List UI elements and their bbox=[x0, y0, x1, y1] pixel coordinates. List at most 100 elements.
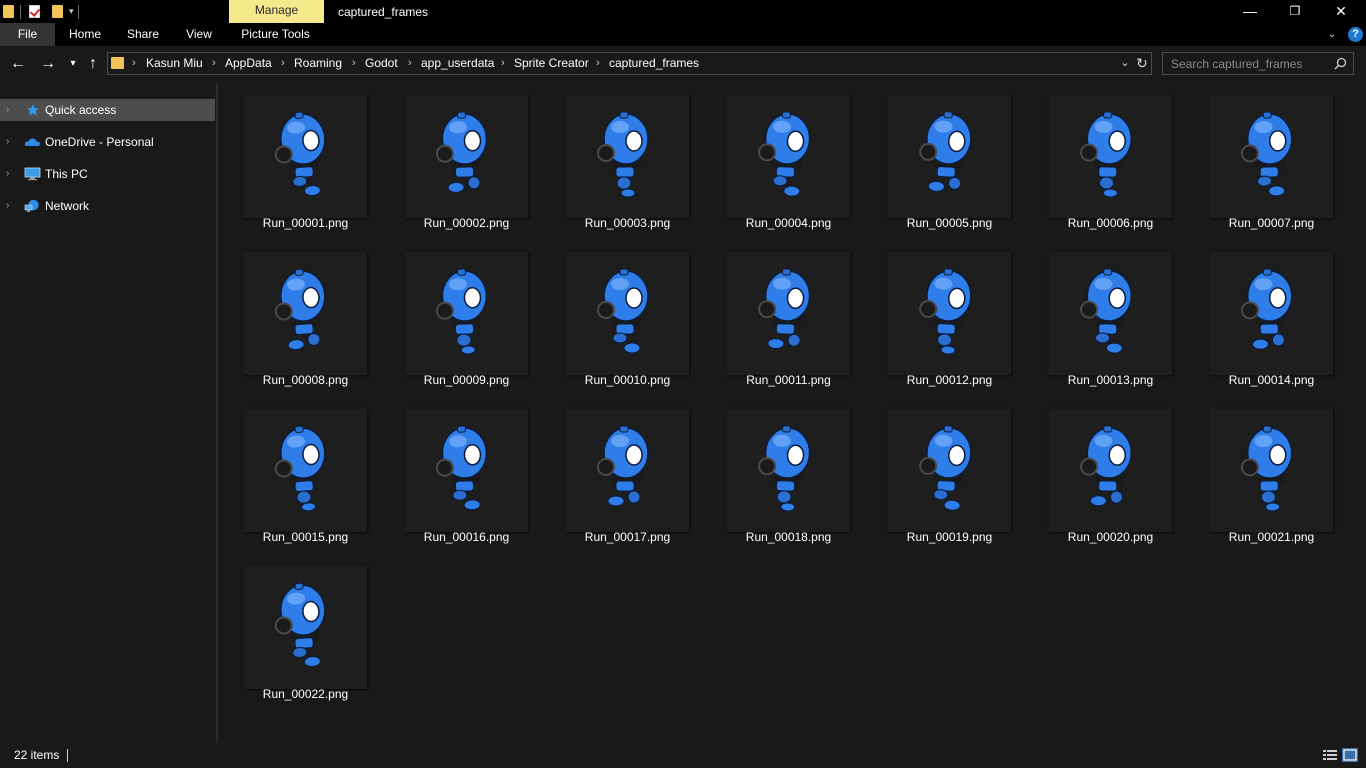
file-item[interactable]: Run_00013.png bbox=[1045, 240, 1206, 397]
large-icons-view-icon[interactable] bbox=[1342, 748, 1358, 762]
breadcrumb-separator-icon[interactable]: › bbox=[212, 52, 216, 75]
close-button[interactable]: ✕ bbox=[1318, 0, 1364, 23]
folder-icon[interactable] bbox=[3, 5, 14, 18]
forward-button[interactable]: → bbox=[38, 53, 58, 75]
file-thumbnail[interactable] bbox=[244, 252, 367, 375]
file-item[interactable]: Run_00014.png bbox=[1206, 240, 1366, 397]
file-thumbnail[interactable] bbox=[1049, 252, 1172, 375]
breadcrumb-separator-icon[interactable]: › bbox=[596, 52, 600, 75]
expand-chevron-icon[interactable]: › bbox=[6, 131, 9, 153]
file-item[interactable]: Run_00006.png bbox=[1045, 83, 1206, 240]
file-thumbnail[interactable] bbox=[1210, 252, 1333, 375]
tab-home[interactable]: Home bbox=[55, 23, 115, 46]
sprite-thumbnail-image bbox=[1080, 268, 1133, 354]
breadcrumb-separator-icon[interactable]: › bbox=[352, 52, 356, 75]
file-item[interactable]: Run_00020.png bbox=[1045, 397, 1206, 554]
file-item[interactable]: Run_00007.png bbox=[1206, 83, 1366, 240]
file-item[interactable]: Run_00019.png bbox=[884, 397, 1045, 554]
file-item[interactable]: Run_00018.png bbox=[723, 397, 884, 554]
maximize-button[interactable]: ❐ bbox=[1272, 0, 1318, 23]
file-item[interactable]: Run_00022.png bbox=[240, 554, 401, 711]
file-thumbnail[interactable] bbox=[566, 95, 689, 218]
file-item[interactable]: Run_00012.png bbox=[884, 240, 1045, 397]
breadcrumb-item[interactable]: Roaming bbox=[294, 52, 342, 75]
file-item[interactable]: Run_00009.png bbox=[401, 240, 562, 397]
sprite-thumbnail-image bbox=[597, 425, 649, 507]
file-item[interactable]: Run_00017.png bbox=[562, 397, 723, 554]
file-thumbnail[interactable] bbox=[888, 95, 1011, 218]
recent-locations-chevron-icon[interactable]: ▾ bbox=[63, 53, 83, 75]
file-name: Run_00014.png bbox=[1228, 373, 1315, 387]
file-thumbnail[interactable] bbox=[888, 409, 1011, 532]
file-thumbnail[interactable] bbox=[244, 566, 367, 689]
file-item[interactable]: Run_00010.png bbox=[562, 240, 723, 397]
back-button[interactable]: ← bbox=[8, 53, 28, 75]
help-icon[interactable]: ? bbox=[1348, 27, 1363, 42]
sidebar-item-label: This PC bbox=[45, 167, 88, 181]
expand-ribbon-chevron-icon[interactable]: ⌄ bbox=[1324, 23, 1340, 46]
file-thumbnail[interactable] bbox=[405, 252, 528, 375]
file-thumbnail[interactable] bbox=[244, 409, 367, 532]
address-dropdown-chevron-icon[interactable]: ⌄ bbox=[1118, 52, 1132, 75]
search-box[interactable] bbox=[1162, 52, 1354, 75]
breadcrumb-item[interactable]: Sprite Creator bbox=[514, 52, 589, 75]
breadcrumb-item[interactable]: Godot bbox=[365, 52, 398, 75]
file-item[interactable]: Run_00005.png bbox=[884, 83, 1045, 240]
breadcrumb-item[interactable]: Kasun Miu bbox=[146, 52, 203, 75]
properties-icon[interactable] bbox=[29, 5, 40, 18]
new-folder-icon[interactable] bbox=[52, 5, 63, 18]
computer-icon bbox=[24, 167, 41, 181]
customize-toolbar-chevron-icon[interactable]: ▾ bbox=[69, 0, 74, 23]
file-thumbnail[interactable] bbox=[1210, 95, 1333, 218]
file-item[interactable]: Run_00015.png bbox=[240, 397, 401, 554]
file-thumbnail[interactable] bbox=[1210, 409, 1333, 532]
breadcrumb-item[interactable]: AppData bbox=[225, 52, 272, 75]
sidebar-item-network[interactable]: › Network bbox=[0, 195, 215, 217]
search-icon[interactable] bbox=[1334, 57, 1347, 70]
sprite-thumbnail-image bbox=[435, 425, 488, 511]
file-thumbnail[interactable] bbox=[244, 95, 367, 218]
breadcrumb-item[interactable]: captured_frames bbox=[609, 52, 699, 75]
file-item[interactable]: Run_00004.png bbox=[723, 83, 884, 240]
file-item[interactable]: Run_00011.png bbox=[723, 240, 884, 397]
breadcrumb-separator-icon[interactable]: › bbox=[408, 52, 412, 75]
file-thumbnail[interactable] bbox=[727, 252, 850, 375]
file-item[interactable]: Run_00008.png bbox=[240, 240, 401, 397]
file-thumbnail[interactable] bbox=[888, 252, 1011, 375]
file-item[interactable]: Run_00003.png bbox=[562, 83, 723, 240]
file-item[interactable]: Run_00002.png bbox=[401, 83, 562, 240]
expand-chevron-icon[interactable]: › bbox=[6, 99, 9, 121]
file-thumbnail[interactable] bbox=[405, 95, 528, 218]
breadcrumb-separator-icon[interactable]: › bbox=[281, 52, 285, 75]
up-button[interactable]: ↑ bbox=[83, 53, 103, 75]
tab-share[interactable]: Share bbox=[115, 23, 171, 46]
file-item[interactable]: Run_00021.png bbox=[1206, 397, 1366, 554]
refresh-icon[interactable]: ↻ bbox=[1134, 52, 1150, 75]
file-thumbnail[interactable] bbox=[1049, 95, 1172, 218]
tab-view[interactable]: View bbox=[171, 23, 227, 46]
search-input[interactable] bbox=[1171, 53, 1331, 74]
tab-file[interactable]: File bbox=[0, 23, 55, 46]
file-thumbnail[interactable] bbox=[566, 252, 689, 375]
file-item[interactable]: Run_00001.png bbox=[240, 83, 401, 240]
sidebar-item-onedrive-personal[interactable]: › OneDrive - Personal bbox=[0, 131, 215, 153]
breadcrumb-item[interactable]: app_userdata bbox=[421, 52, 494, 75]
sidebar-item-quick-access[interactable]: › Quick access bbox=[0, 99, 215, 121]
breadcrumb-separator-icon[interactable]: › bbox=[132, 52, 136, 75]
file-thumbnail[interactable] bbox=[566, 409, 689, 532]
sidebar-item-this-pc[interactable]: › This PC bbox=[0, 163, 215, 185]
file-name: Run_00005.png bbox=[906, 216, 993, 230]
manage-tab[interactable]: Manage bbox=[229, 0, 324, 23]
file-thumbnail[interactable] bbox=[1049, 409, 1172, 532]
breadcrumb-separator-icon[interactable]: › bbox=[501, 52, 505, 75]
minimize-button[interactable]: — bbox=[1227, 0, 1273, 23]
file-thumbnail[interactable] bbox=[727, 409, 850, 532]
file-item[interactable]: Run_00016.png bbox=[401, 397, 562, 554]
expand-chevron-icon[interactable]: › bbox=[6, 195, 9, 217]
file-thumbnail[interactable] bbox=[727, 95, 850, 218]
item-count: 22 items bbox=[14, 748, 60, 762]
file-thumbnail[interactable] bbox=[405, 409, 528, 532]
expand-chevron-icon[interactable]: › bbox=[6, 163, 9, 185]
details-view-icon[interactable] bbox=[1322, 748, 1338, 762]
tab-picture-tools[interactable]: Picture Tools bbox=[232, 23, 319, 46]
